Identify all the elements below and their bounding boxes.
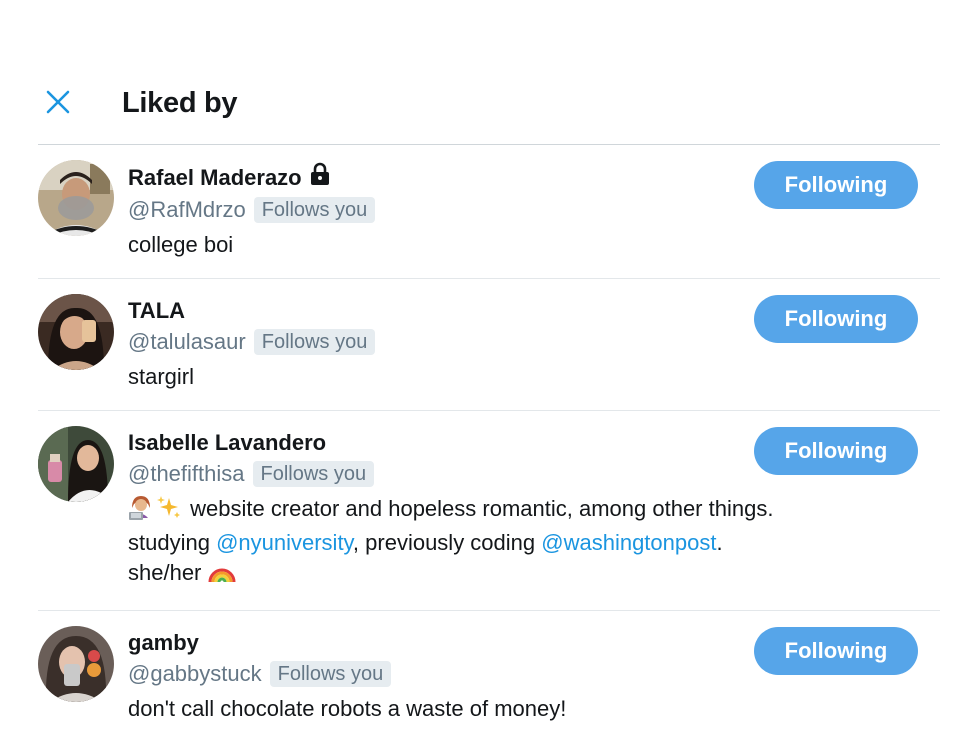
user-name[interactable]: gamby	[128, 628, 199, 658]
modal-header: Liked by	[38, 82, 940, 145]
user-handle: @gabbystuck	[128, 661, 262, 686]
avatar[interactable]	[38, 626, 114, 702]
mention-link[interactable]: @nyuniversity	[216, 530, 353, 555]
user-row[interactable]: Isabelle Lavandero @thefifthisa Follows …	[38, 411, 940, 611]
woman-technologist-emoji	[128, 494, 154, 528]
user-row[interactable]: gamby @gabbystuck Follows you don't call…	[38, 611, 940, 742]
user-name[interactable]: Rafael Maderazo	[128, 163, 302, 193]
user-handle: @talulasaur	[128, 329, 246, 354]
following-button[interactable]: Following	[754, 427, 918, 475]
user-handle: @RafMdrzo	[128, 197, 246, 222]
user-name[interactable]: Isabelle Lavandero	[128, 428, 326, 458]
follows-you-badge: Follows you	[269, 661, 392, 687]
following-button[interactable]: Following	[754, 627, 918, 675]
follows-you-badge: Follows you	[252, 461, 375, 487]
close-button[interactable]	[44, 88, 72, 116]
follows-you-badge: Follows you	[253, 329, 376, 355]
avatar[interactable]	[38, 294, 114, 370]
user-row[interactable]: Rafael Maderazo @RafMdrzo Follows you co…	[38, 145, 940, 279]
user-bio: college boi	[128, 232, 234, 257]
following-button[interactable]: Following	[754, 295, 918, 343]
user-handle: @thefifthisa	[128, 461, 245, 486]
mention-link[interactable]: @washingtonpost	[541, 530, 716, 555]
avatar[interactable]	[38, 426, 114, 502]
following-button[interactable]: Following	[754, 161, 918, 209]
user-name[interactable]: TALA	[128, 296, 185, 326]
page-title: Liked by	[122, 87, 238, 119]
user-bio: stargirl	[128, 364, 195, 389]
user-bio: don't call chocolate robots a waste of m…	[128, 696, 567, 721]
rainbow-emoji	[208, 558, 236, 592]
user-bio: website creator and hopeless romantic, a…	[128, 494, 788, 592]
avatar[interactable]	[38, 160, 114, 236]
sparkles-emoji	[156, 494, 182, 528]
user-row[interactable]: TALA @talulasaur Follows you stargirl Fo…	[38, 279, 940, 411]
lock-icon	[308, 162, 332, 194]
user-list: Rafael Maderazo @RafMdrzo Follows you co…	[38, 145, 940, 742]
follows-you-badge: Follows you	[253, 197, 376, 223]
close-icon	[46, 90, 70, 114]
